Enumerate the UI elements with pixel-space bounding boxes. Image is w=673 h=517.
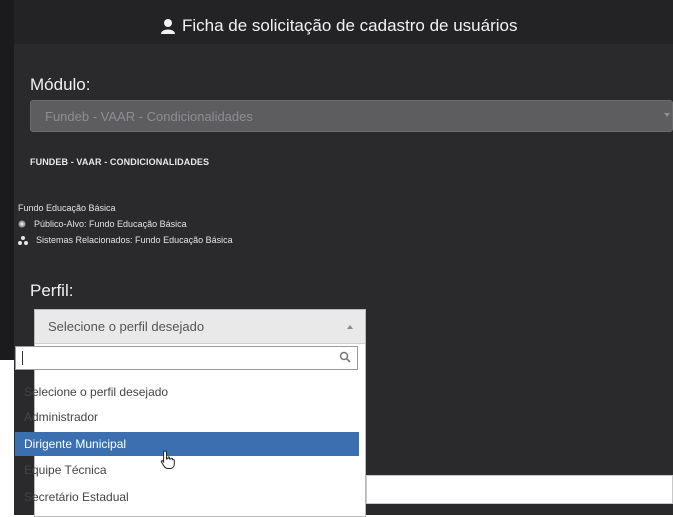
module-heading: FUNDEB - VAAR - CONDICIONALIDADES — [30, 157, 210, 167]
target-icon — [18, 220, 26, 228]
target-audience-text: Público-Alvo: Fundo Educação Básica — [34, 219, 187, 229]
user-icon — [161, 19, 175, 34]
perfil-option[interactable]: Secretário Estadual — [15, 485, 359, 509]
perfil-option[interactable]: Administrador — [15, 405, 359, 429]
perfil-option[interactable]: Selecione o perfil desejado — [15, 380, 359, 404]
modulo-select-value: Fundeb - VAAR - Condicionalidades — [45, 109, 253, 124]
module-description: Fundo Educação Básica — [18, 203, 116, 213]
related-systems-text: Sistemas Relacionados: Fundo Educação Bá… — [36, 235, 233, 245]
module-related-systems: Sistemas Relacionados: Fundo Educação Bá… — [18, 235, 233, 245]
chevron-down-icon — [664, 113, 670, 117]
perfil-option[interactable]: Equipe Técnica — [15, 458, 359, 482]
left-background-strip — [0, 0, 14, 360]
page-title: Ficha de solicitação de cadastro de usuá… — [160, 16, 517, 36]
background-field — [366, 475, 673, 504]
chevron-up-icon — [347, 325, 353, 329]
perfil-select[interactable]: Selecione o perfil desejado — [35, 310, 365, 344]
perfil-label: Perfil: — [30, 281, 74, 300]
perfil-option-highlighted[interactable]: Dirigente Municipal — [15, 432, 359, 456]
search-icon — [339, 351, 351, 363]
perfil-select-value: Selecione o perfil desejado — [48, 319, 205, 334]
perfil-search-input[interactable] — [20, 349, 330, 367]
module-target-audience: Público-Alvo: Fundo Educação Básica — [18, 219, 187, 229]
text-cursor — [22, 351, 23, 365]
systems-icon — [18, 235, 28, 245]
page-title-text: Ficha de solicitação de cadastro de usuá… — [182, 16, 518, 35]
hand-cursor-icon — [160, 450, 175, 469]
perfil-search-field[interactable] — [15, 346, 358, 370]
modulo-select[interactable]: Fundeb - VAAR - Condicionalidades — [30, 100, 673, 132]
modulo-label: Módulo: — [30, 75, 91, 94]
